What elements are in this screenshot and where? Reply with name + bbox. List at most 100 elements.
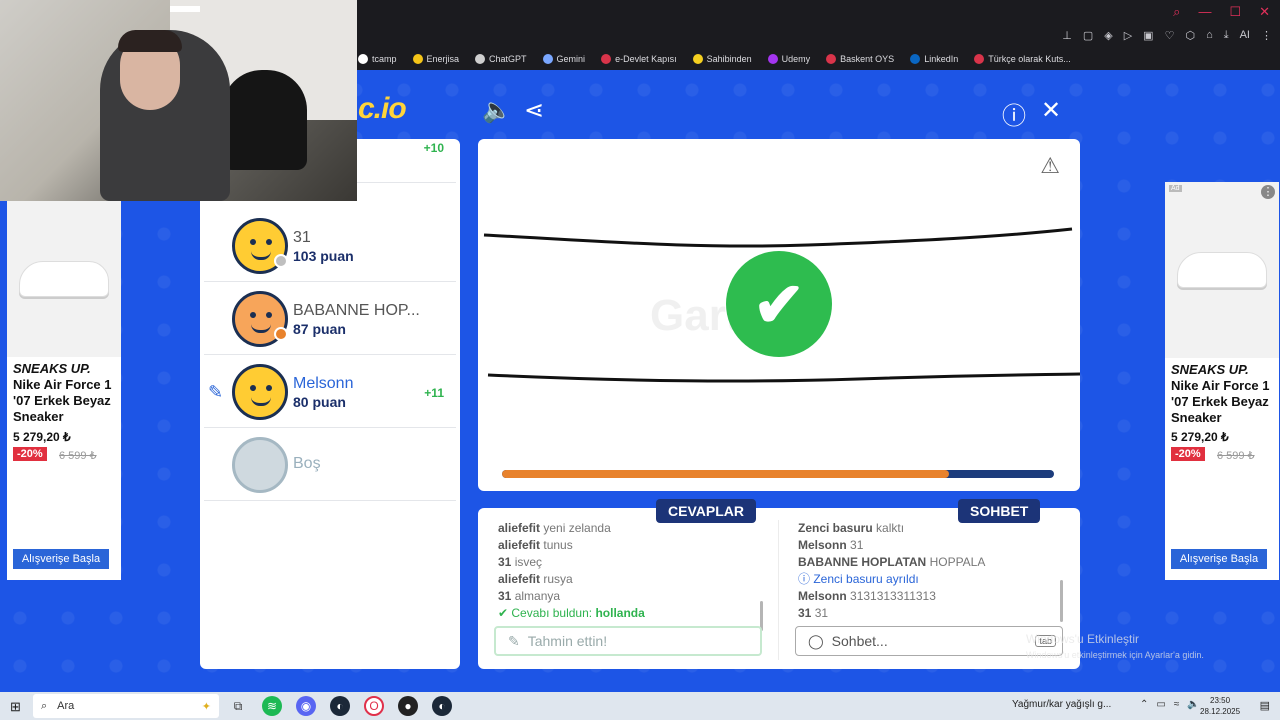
ad-brand: SNEAKS UP. — [13, 361, 91, 376]
play-icon[interactable]: ▷ — [1124, 29, 1132, 42]
search-icon[interactable]: ⌕ — [1173, 4, 1180, 20]
game-logo[interactable]: c.io — [358, 92, 407, 126]
bookmark-icon — [412, 54, 423, 64]
ai-icon[interactable]: AI — [1240, 29, 1250, 42]
notification-icon[interactable]: ▤ — [1260, 699, 1270, 712]
extensions-icon[interactable]: ⬡ — [1185, 29, 1195, 42]
player-row[interactable]: BABANNE HOP... 87 puan — [204, 283, 456, 355]
clock[interactable]: 23:50 28.12.2025 — [1200, 695, 1240, 717]
bookmark-label: Udemy — [781, 54, 811, 64]
taskbar-search[interactable]: ⌕ Ara ✦ — [33, 694, 219, 718]
bookmark-label: e-Devlet Kapısı — [615, 54, 677, 64]
dog-image — [222, 70, 307, 170]
player-row[interactable]: ✎ Melsonn 80 puan +11 — [204, 356, 456, 428]
account-icon[interactable]: ⌂ — [1206, 29, 1213, 42]
ad-shop-button[interactable]: Alışverişe Başla — [13, 549, 109, 569]
speaker-icon[interactable]: 🔈 — [482, 96, 512, 125]
bookmark-item[interactable]: LinkedIn — [910, 54, 958, 64]
list-item: 31 31 — [798, 606, 829, 620]
opera-icon[interactable]: O — [364, 696, 384, 716]
player-name: BABANNE HOP... — [293, 302, 420, 319]
chat-scrollbar[interactable] — [1060, 580, 1063, 622]
drawing-canvas[interactable]: ⚠ Gartic.io ✔ — [478, 139, 1080, 491]
weather-widget[interactable]: Yağmur/kar yağışlı g... — [1012, 699, 1111, 710]
windows-start-icon[interactable]: ⊞ — [10, 699, 21, 715]
bookmark-item[interactable]: Sahibinden — [692, 54, 752, 64]
ad-price: 5 279,20 ₺ — [1171, 430, 1229, 444]
task-view-icon[interactable]: ⧉ — [228, 696, 248, 716]
status-dot — [274, 254, 288, 268]
player-score: 103 puan — [293, 248, 354, 264]
discord-icon[interactable]: ◉ — [296, 696, 316, 716]
check-icon: ✔ — [726, 251, 832, 357]
ad-title: Nike Air Force 1 '07 Erkek Beyaz Sneaker — [13, 377, 112, 424]
wallet-icon[interactable]: ▣ — [1143, 29, 1153, 42]
volume-icon[interactable]: 🔈 — [1187, 699, 1199, 710]
obs-icon[interactable]: ● — [398, 696, 418, 716]
steam-icon[interactable]: ◐ — [330, 696, 350, 716]
close-icon[interactable]: ✕ — [1041, 96, 1061, 125]
bookmark-icon — [475, 54, 486, 64]
download-icon[interactable]: ⤓ — [1224, 29, 1229, 42]
ad-price: 5 279,20 ₺ — [13, 430, 71, 444]
wifi-icon[interactable]: ≈ — [1174, 699, 1180, 710]
spotify-icon[interactable]: ≋ — [262, 696, 282, 716]
minimize-icon[interactable]: — — [1198, 4, 1211, 20]
bookmark-item[interactable]: Gemini — [542, 54, 585, 64]
player-row-empty[interactable]: Boş — [204, 429, 456, 501]
maximize-icon[interactable]: ☐ — [1229, 4, 1241, 20]
found-answer-line: ✔ Cevabı buldun: hollanda — [498, 606, 645, 620]
ad-discount: -20% — [1171, 447, 1205, 461]
bookmark-icon — [542, 54, 553, 64]
bookmark-icon — [692, 54, 703, 64]
list-item: Melsonn 31 — [798, 538, 864, 552]
ad-info-icon[interactable]: ⋮ — [1261, 185, 1275, 199]
list-item: Melsonn 3131313311313 — [798, 589, 936, 603]
ad-old-price: 6 599 ₺ — [1217, 450, 1255, 462]
bookmark-item[interactable]: e-Devlet Kapısı — [601, 54, 677, 64]
pin-icon[interactable]: ⊥ — [1062, 29, 1072, 42]
answer-placeholder: Tahmin ettin! — [527, 633, 608, 649]
chat-input[interactable]: ◯ Sohbet... tab — [795, 626, 1063, 656]
bookmark-label: ChatGPT — [489, 54, 527, 64]
shield-icon[interactable]: ◈ — [1104, 29, 1112, 42]
ad-brand: SNEAKS UP. — [1171, 362, 1249, 377]
ad-shop-button[interactable]: Alışverişe Başla — [1171, 549, 1267, 569]
bookmark-item[interactable]: tcamp — [358, 54, 397, 64]
player-name: Boş — [293, 455, 321, 472]
tab-answers[interactable]: CEVAPLAR — [656, 499, 756, 523]
bookmark-icon — [910, 54, 921, 64]
chevron-up-icon[interactable]: ⌃ — [1140, 699, 1148, 710]
player-row[interactable]: 31 103 puan — [204, 210, 456, 282]
search-icon: ⌕ — [41, 699, 48, 712]
sneaker-image — [7, 201, 121, 357]
bookmark-icon — [826, 54, 837, 64]
ad-banner-left[interactable]: SNEAKS UP. Nike Air Force 1 '07 Erkek Be… — [7, 201, 121, 580]
webcam-overlay — [0, 0, 357, 201]
player-score: 80 puan — [293, 394, 346, 410]
bookmark-item[interactable]: Enerjisa — [412, 54, 460, 64]
bookmark-label: Sahibinden — [706, 54, 752, 64]
bookmark-icon — [358, 54, 368, 64]
list-item: 31 isveç — [498, 555, 543, 569]
share-icon[interactable]: ⋖ — [524, 96, 544, 125]
network-icon[interactable]: ▭ — [1156, 699, 1165, 710]
tab-chat[interactable]: SOHBET — [958, 499, 1041, 523]
close-window-icon[interactable]: ✕ — [1259, 4, 1270, 20]
steam-icon[interactable]: ◐ — [432, 696, 452, 716]
bookmark-label: Türkçe olarak Kuts... — [988, 54, 1071, 64]
bookmark-label: Enerjisa — [426, 54, 460, 64]
chat-bubble-icon: ◯ — [808, 632, 824, 649]
bookmark-item[interactable]: ChatGPT — [475, 54, 527, 64]
ad-banner-right[interactable]: Ad ⋮ SNEAKS UP. Nike Air Force 1 '07 Erk… — [1165, 182, 1279, 580]
bookmark-item[interactable]: Udemy — [767, 54, 811, 64]
bookmark-label: LinkedIn — [924, 54, 959, 64]
bookmark-item[interactable]: Türkçe olarak Kuts... — [974, 54, 1071, 64]
screenshot-icon[interactable]: ▢ — [1083, 29, 1093, 42]
info-icon[interactable]: ⓘ — [1002, 96, 1026, 131]
heart-icon[interactable]: ♡ — [1165, 29, 1175, 42]
answer-input[interactable]: ✎ Tahmin ettin! — [494, 626, 762, 656]
taskbar: ⊞ ⌕ Ara ✦ ⧉ ≋ ◉ ◐ O ● ◐ Yağmur/kar yağış… — [0, 692, 1280, 720]
menu-icon[interactable]: ⋮ — [1261, 29, 1272, 42]
bookmark-item[interactable]: Baskent OYS — [826, 54, 894, 64]
